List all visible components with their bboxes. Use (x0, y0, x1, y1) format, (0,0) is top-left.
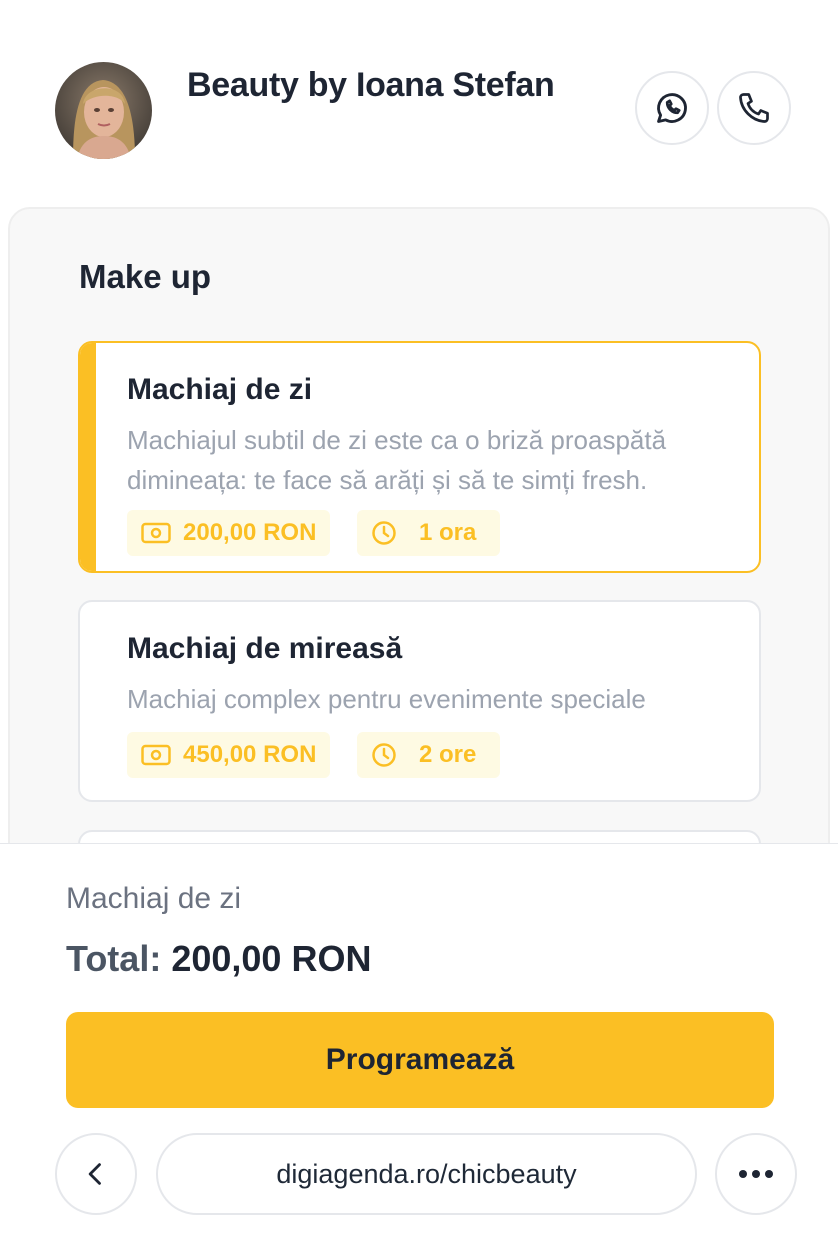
category-title: Make up (79, 258, 212, 295)
price-chip: 200,00 RON (127, 510, 331, 556)
service-description: Machiajul subtil de zi este ca o briză p… (127, 425, 667, 495)
call-button[interactable] (717, 71, 791, 145)
service-card-machiaj-de-mireasa[interactable]: Machiaj de mireasă Machiaj complex pentr… (78, 600, 761, 802)
avatar (55, 62, 152, 159)
whatsapp-icon (657, 93, 687, 123)
duration-chip: 1 ora (357, 510, 501, 556)
price-chip: 450,00 RON (127, 732, 331, 778)
business-name: Beauty by Ioana Stefan (187, 66, 555, 104)
selected-accent-bar (80, 343, 96, 571)
phone-icon (739, 93, 769, 123)
cash-icon (141, 744, 171, 766)
clock-icon (372, 521, 396, 545)
profile-photo-icon (55, 62, 152, 159)
url-text: digiagenda.ro/chicbeauty (276, 1158, 577, 1189)
back-button[interactable] (55, 1133, 137, 1215)
total-price: Total: 200,00 RON (66, 938, 371, 980)
service-card-machiaj-de-zi[interactable]: Machiaj de zi Machiajul subtil de zi est… (78, 341, 761, 573)
total-label: Total: (66, 938, 162, 979)
whatsapp-button[interactable] (635, 71, 709, 145)
more-options-button[interactable] (715, 1133, 797, 1215)
more-horizontal-icon (739, 1170, 773, 1178)
clock-icon (372, 743, 396, 767)
service-name: Machiaj de zi (127, 373, 313, 406)
service-name: Machiaj de mireasă (127, 632, 403, 665)
total-value: 200,00 RON (171, 938, 372, 979)
book-button[interactable]: Programează (66, 1012, 774, 1108)
service-price: 200,00 RON (183, 519, 317, 546)
header: Beauty by Ioana Stefan (0, 0, 838, 200)
service-duration: 1 ora (419, 519, 477, 546)
service-price: 450,00 RON (183, 741, 317, 768)
chevron-left-icon (88, 1163, 101, 1185)
service-duration: 2 ore (419, 741, 477, 768)
duration-chip: 2 ore (357, 732, 501, 778)
url-bar[interactable]: digiagenda.ro/chicbeauty (156, 1133, 697, 1215)
cash-icon (141, 522, 171, 544)
selected-service-name: Machiaj de zi (66, 882, 242, 915)
service-description: Machiaj complex pentru evenimente specia… (127, 684, 646, 714)
